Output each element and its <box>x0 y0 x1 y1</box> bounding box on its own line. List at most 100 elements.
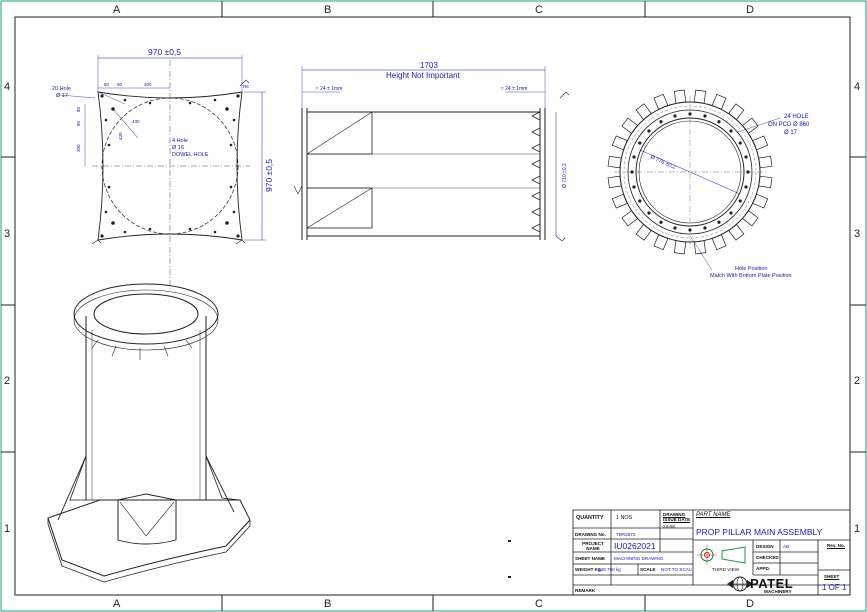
right-inner-dim: Ø 776 ±0,2 <box>649 154 676 171</box>
remark-label: REMARK <box>575 588 596 593</box>
zone-row-1-right: 1 <box>854 523 860 535</box>
flange-gusset <box>611 193 628 209</box>
zone-row-3-right: 3 <box>854 228 860 240</box>
right-pcd-note-1: 24 HOLE <box>784 114 809 120</box>
third-view-label: THIRD VIEW <box>712 567 740 572</box>
isometric-assembly-view <box>47 283 251 583</box>
project-name-value: IU0262021 <box>614 541 656 551</box>
zone-col-c-bottom: C <box>535 598 543 610</box>
middle-dia-note: Ø 710 ±0,3 <box>562 163 568 188</box>
zone-col-a-bottom: A <box>113 598 121 610</box>
flange-bolt-hole <box>729 211 733 215</box>
middle-length-dim: 1703 <box>420 61 438 70</box>
left-hole-note-2: Ø 17 <box>56 93 68 99</box>
left-small-dim-0: 80 <box>104 82 110 87</box>
flange-gusset <box>635 103 652 120</box>
flange-gusset <box>758 155 773 169</box>
flange-bolt-hole <box>659 220 663 224</box>
scale-label: SCALE <box>640 567 656 572</box>
sheet-frame <box>14 16 851 596</box>
zone-row-4-left: 4 <box>4 81 10 93</box>
zone-row-4-right: 4 <box>854 81 860 93</box>
flange-bolt-hole <box>746 170 750 174</box>
flange-gusset <box>752 135 769 151</box>
scale-value: NOT TO SCALE <box>661 567 692 572</box>
drawing-date-label: DRAWING ISSUE DATE <box>663 512 691 522</box>
part-name-value: PROP PILLAR MAIN ASSEMBLY <box>696 527 823 537</box>
quantity-label: QUANTITY <box>576 515 604 521</box>
flange-gusset <box>742 117 759 134</box>
design-value: AB <box>783 544 790 549</box>
flange-bolt-hole <box>647 211 651 215</box>
appd-label: APPD. <box>756 566 771 571</box>
sheet-centre-marks <box>508 540 511 578</box>
flange-gusset <box>742 210 759 227</box>
flange-bolt-hole <box>729 129 733 133</box>
flange-gusset <box>711 93 727 110</box>
flange-bolt-hole <box>632 155 636 159</box>
sheet-value: 1 OF 1 <box>822 583 847 592</box>
flange-bolt-hole <box>632 185 636 189</box>
right-pcd-note-3: Ø 17 <box>784 130 798 136</box>
drawing-no-label: DRAWING No. <box>575 532 606 537</box>
flange-gusset <box>728 224 745 241</box>
zone-col-d-bottom: D <box>746 598 754 610</box>
flange-gusset <box>693 240 707 255</box>
left-small-dim-7: 430 <box>118 132 123 140</box>
left-dowel-note-2: Ø 16 <box>172 145 184 151</box>
flange-end-view <box>607 89 781 271</box>
flange-bolt-hole <box>638 141 642 145</box>
sheet-label: SHEET <box>824 574 840 579</box>
flange-gusset <box>711 234 727 251</box>
flange-bolt-hole <box>673 226 677 230</box>
flange-bolt-hole <box>688 228 692 232</box>
right-hole-position-1: Hole Position <box>735 266 767 272</box>
flange-gusset <box>653 234 669 251</box>
zone-col-c-top: C <box>535 4 543 16</box>
left-small-dim-4: 80 <box>76 120 81 126</box>
base-plate-top-view <box>59 55 266 290</box>
flange-gusset <box>607 155 622 169</box>
middle-end-note-left: ≈ 24 ± 1mm <box>316 86 342 92</box>
quantity-value: 1 NOS <box>616 515 633 521</box>
zone-ticks <box>1 1 866 611</box>
right-hole-position-2: Match With Bottom Plate Position <box>710 273 792 279</box>
flange-bolt-hole <box>703 114 707 118</box>
left-dowel-note-3: DOWEL HOLE <box>172 152 209 158</box>
project-name-label: PROJECT NAME <box>582 541 604 551</box>
flange-gusset <box>635 224 652 241</box>
zone-col-b-bottom: B <box>324 598 331 610</box>
sheet-name-value: MACHINING DRAWING <box>614 556 664 561</box>
flange-bolt-hole <box>659 120 663 124</box>
flange-bolt-hole <box>673 114 677 118</box>
zone-col-a-top: A <box>113 4 121 16</box>
left-small-dim-2: 300 <box>144 82 152 87</box>
flange-gusset <box>621 210 638 227</box>
flange-bolt-hole <box>717 120 721 124</box>
left-height-dim: 970 ±0,5 <box>264 159 274 192</box>
flange-bolt-hole <box>703 226 707 230</box>
third-angle-projection-icon <box>697 545 746 565</box>
flange-bolt-hole <box>738 141 742 145</box>
zone-col-b-top: B <box>324 4 331 16</box>
flange-gusset <box>611 135 628 151</box>
flange-bolt-hole <box>738 199 742 203</box>
flange-bolt-hole <box>630 170 634 174</box>
design-label: DESIGN <box>756 544 774 549</box>
left-dowel-note-1: 4 Hole <box>172 138 188 144</box>
flange-bolt-hole <box>647 129 651 133</box>
company-sub: MACHINERY <box>764 589 792 594</box>
drawing-sheet: A B C D A B C D 4 3 2 1 4 3 2 1 970 ±0,5… <box>0 0 867 612</box>
pillar-side-view <box>293 66 570 242</box>
zone-col-d-top: D <box>746 4 754 16</box>
flange-bolt-hole <box>717 220 721 224</box>
left-small-dim-3: 80 <box>76 106 81 112</box>
zone-row-3-left: 3 <box>4 228 10 240</box>
left-small-dim-1: 80 <box>117 82 123 87</box>
sheet-name-label: SHEET NAME <box>575 556 606 561</box>
flange-bolt-hole <box>688 112 692 116</box>
flange-gusset <box>673 240 687 255</box>
middle-end-note-right: ≈ 24 ± 1mm <box>501 86 527 92</box>
flange-bolt-hole <box>744 155 748 159</box>
flange-gusset <box>653 93 669 110</box>
